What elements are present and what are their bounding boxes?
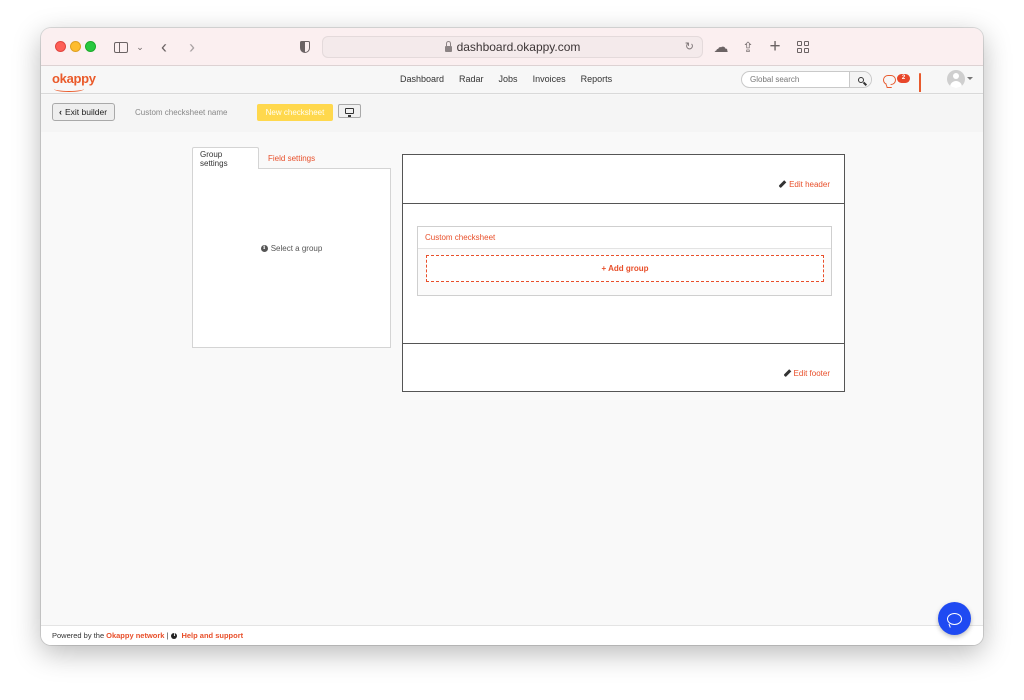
lock-icon: [444, 41, 452, 52]
edit-footer-label: Edit footer: [793, 369, 830, 378]
url-text: dashboard.okappy.com: [456, 40, 581, 54]
avatar[interactable]: [947, 70, 965, 88]
checksheet-header: Edit header: [403, 155, 844, 204]
share-icon[interactable]: ⇪: [741, 37, 755, 57]
logo-arc: [54, 86, 84, 92]
maximize-window-button[interactable]: [85, 41, 96, 52]
browser-toolbar: ⌄ ‹ › dashboard.okappy.com ↻ ☁ ⇪ +: [41, 28, 983, 66]
checksheet-name-input[interactable]: [127, 104, 251, 121]
reload-icon[interactable]: ↻: [685, 40, 694, 53]
cloud-icon[interactable]: ☁: [712, 37, 730, 57]
nav-radar[interactable]: Radar: [459, 74, 484, 84]
back-arrow-icon[interactable]: ‹: [157, 37, 171, 57]
nav-reports[interactable]: Reports: [581, 74, 613, 84]
settings-tabs: Group settings Field settings: [192, 147, 322, 169]
main-nav: Dashboard Radar Jobs Invoices Reports: [400, 74, 627, 84]
builder-canvas: Group settings Field settings i Select a…: [41, 132, 983, 625]
info-icon: i: [171, 632, 178, 639]
footer-separator: |: [166, 631, 169, 640]
new-tab-plus-icon[interactable]: +: [768, 36, 782, 57]
exit-builder-button[interactable]: ‹ Exit builder: [52, 103, 115, 121]
notification-badge: 2: [897, 74, 910, 83]
builder-toolbar: ‹ Exit builder New checksheet: [41, 95, 983, 132]
group-title[interactable]: Custom checksheet: [418, 227, 831, 249]
nav-invoices[interactable]: Invoices: [533, 74, 566, 84]
checksheet-preview: Edit header Custom checksheet + Add grou…: [402, 154, 845, 392]
select-group-hint: i Select a group: [260, 243, 323, 253]
pencil-icon: [784, 370, 791, 377]
messages-icon[interactable]: [883, 75, 896, 85]
chevron-down-icon[interactable]: ⌄: [135, 37, 145, 57]
forward-arrow-icon[interactable]: ›: [185, 37, 199, 57]
address-bar[interactable]: dashboard.okappy.com ↻: [322, 36, 703, 58]
info-icon: i: [260, 244, 268, 252]
edit-header-label: Edit header: [789, 180, 830, 189]
caret-down-icon[interactable]: [967, 77, 973, 80]
nav-dashboard[interactable]: Dashboard: [400, 74, 444, 84]
preview-button[interactable]: [338, 104, 361, 118]
okappy-network-link[interactable]: Okappy network: [106, 631, 164, 640]
add-group-button[interactable]: + Add group: [426, 255, 824, 282]
tab-field-settings[interactable]: Field settings: [259, 147, 322, 169]
okappy-logo[interactable]: okappy: [52, 71, 96, 86]
shield-icon[interactable]: [298, 37, 312, 57]
page-footer: Powered by the Okappy network | i Help a…: [41, 625, 983, 645]
exit-builder-label: Exit builder: [65, 107, 108, 117]
app-navbar: okappy Dashboard Radar Jobs Invoices Rep…: [41, 66, 983, 94]
global-search: [741, 71, 872, 88]
search-button[interactable]: [849, 72, 871, 87]
new-checksheet-button[interactable]: New checksheet: [257, 104, 333, 121]
search-icon: [857, 76, 864, 83]
monitor-icon: [345, 108, 354, 117]
tab-overview-grid-icon[interactable]: [796, 37, 810, 57]
chevron-left-icon: ‹: [59, 107, 62, 117]
bell-icon[interactable]: [919, 73, 930, 92]
minimize-window-button[interactable]: [70, 41, 81, 52]
edit-footer-link[interactable]: Edit footer: [784, 369, 830, 378]
checksheet-footer: Edit footer: [403, 343, 844, 392]
settings-panel: i Select a group: [192, 168, 391, 348]
chat-bubble-icon: [947, 612, 962, 625]
edit-header-link[interactable]: Edit header: [779, 180, 830, 189]
checksheet-group: Custom checksheet + Add group: [417, 226, 832, 296]
chat-launcher-button[interactable]: [938, 602, 971, 635]
pencil-icon: [779, 181, 786, 188]
tab-group-settings[interactable]: Group settings: [192, 147, 259, 169]
help-support-link[interactable]: Help and support: [181, 631, 243, 640]
powered-by-text: Powered by the: [52, 631, 105, 640]
browser-window: ⌄ ‹ › dashboard.okappy.com ↻ ☁ ⇪ + okapp…: [41, 28, 983, 645]
sidebar-toggle-icon[interactable]: [113, 37, 129, 57]
global-search-input[interactable]: [742, 72, 849, 87]
close-window-button[interactable]: [55, 41, 66, 52]
select-group-text: Select a group: [270, 243, 323, 253]
nav-jobs[interactable]: Jobs: [499, 74, 518, 84]
